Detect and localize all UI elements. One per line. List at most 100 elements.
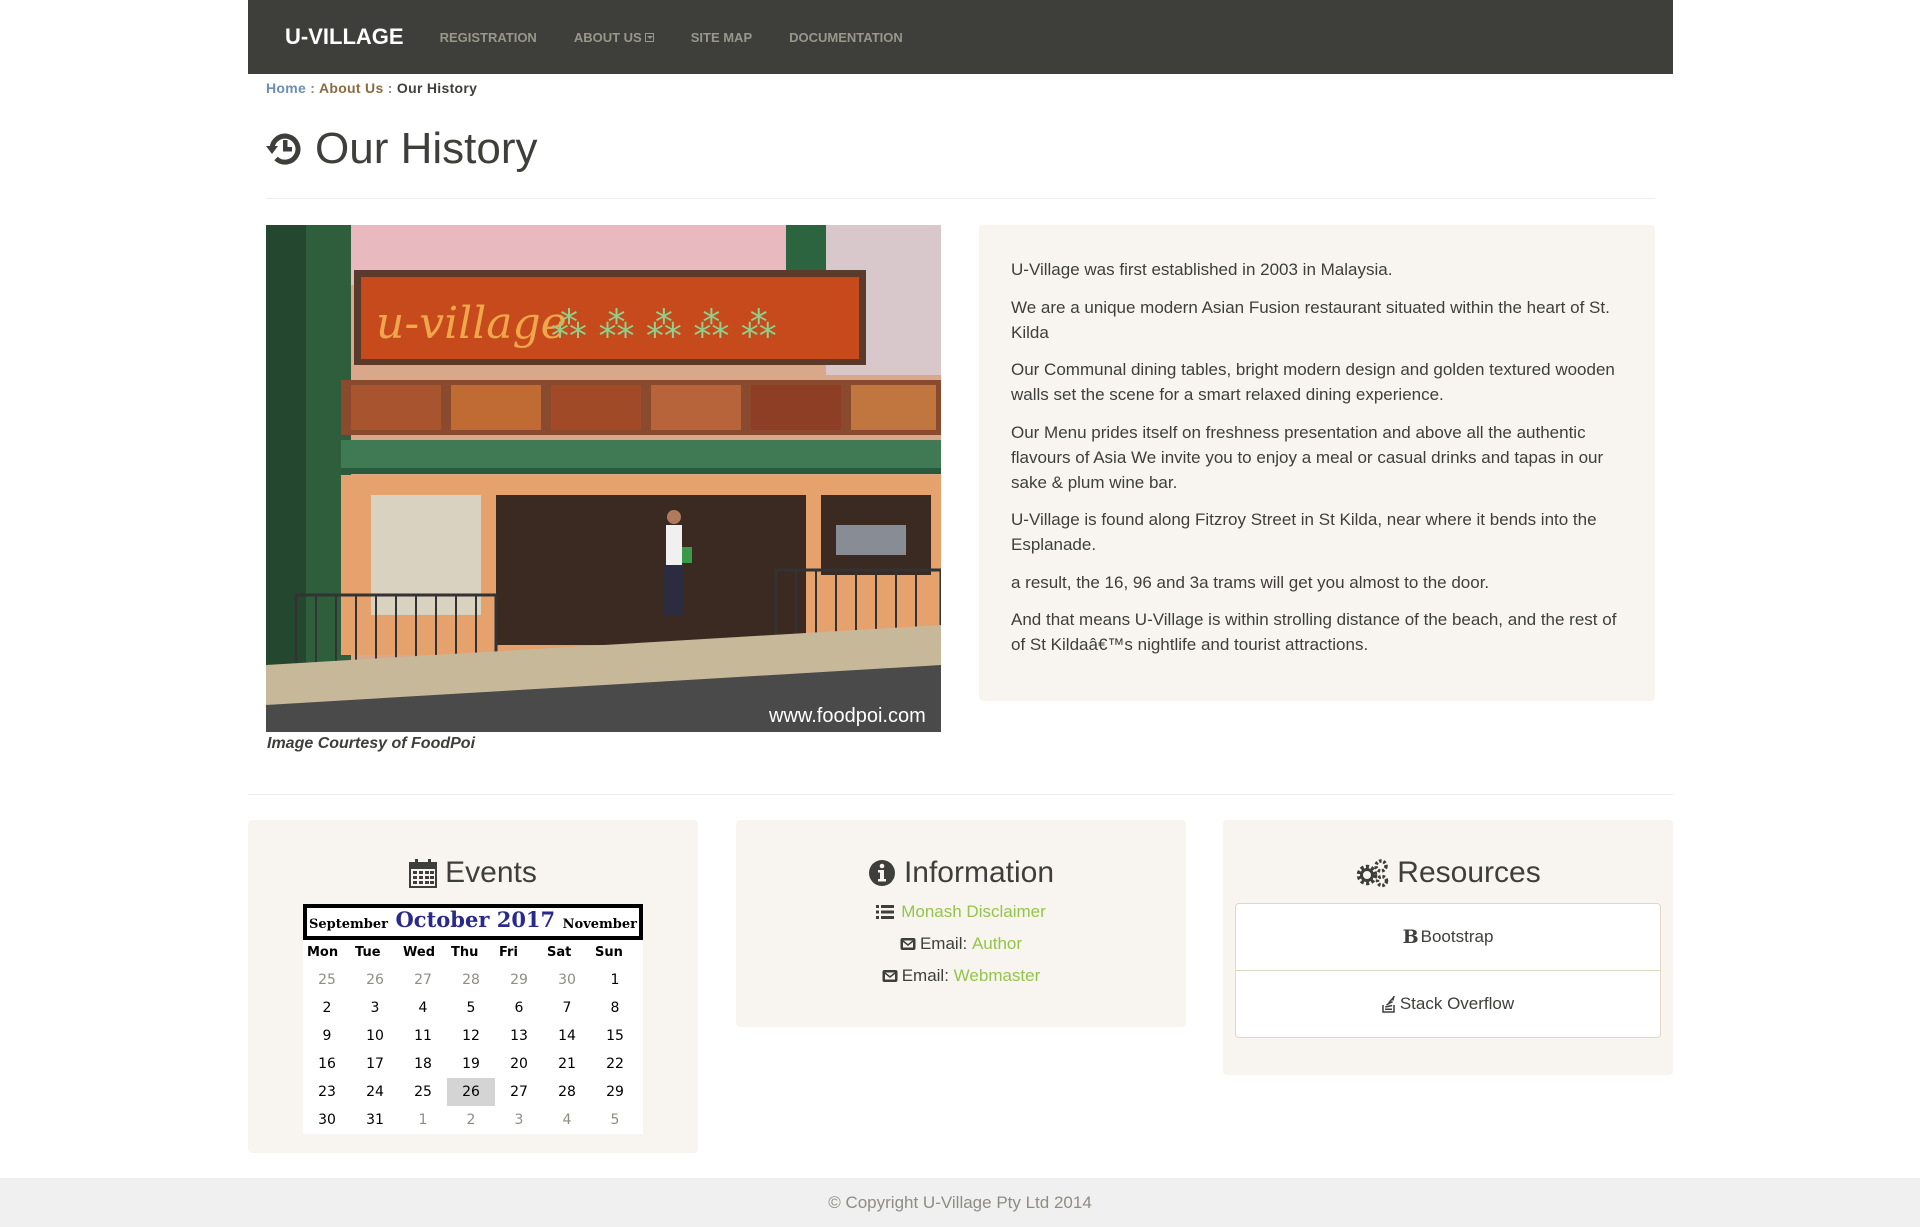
breadcrumb-separator: : [306,80,319,96]
calendar-day[interactable]: 28 [447,966,495,994]
divider [248,794,1673,795]
footer: © Copyright U-Village Pty Ltd 2014 [0,1178,1920,1227]
resource-stack-overflow[interactable]: Stack Overflow [1236,970,1660,1037]
calendar-day[interactable]: 22 [591,1050,639,1078]
breadcrumb-separator: : [383,80,397,96]
information-panel: Information Monash Disclaimer Email: Aut… [736,820,1186,1027]
resources-list: B Bootstrap Stack Overflow [1235,903,1661,1038]
calendar-day[interactable]: 27 [495,1078,543,1106]
bootstrap-icon: B [1402,926,1419,948]
resource-label: Stack Overflow [1399,994,1515,1013]
resource-bootstrap[interactable]: B Bootstrap [1236,904,1660,970]
calendar-day[interactable]: 6 [495,994,543,1022]
calendar-day[interactable]: 14 [543,1022,591,1050]
calendar-day[interactable]: 17 [351,1050,399,1078]
copyright-text: © Copyright U-Village Pty Ltd 2014 [828,1192,1092,1212]
calendar-day[interactable]: 13 [495,1022,543,1050]
calendar-day[interactable]: 29 [495,966,543,994]
calendar-day-of-week: Wed [403,945,435,960]
calendar-day[interactable]: 28 [543,1078,591,1106]
history-paragraph: We are a unique modern Asian Fusion rest… [1011,297,1610,342]
svg-text:⁂ ⁂ ⁂ ⁂ ⁂: ⁂ ⁂ ⁂ ⁂ ⁂ [551,305,777,346]
navbar: U-VILLAGE REGISTRATION ABOUT US SITE MAP… [248,0,1673,74]
calendar-day[interactable]: 1 [399,1106,447,1134]
calendar-day[interactable]: 25 [399,1078,447,1106]
calendar-prev-month[interactable]: September [309,917,388,932]
envelope-icon [882,970,898,982]
calendar-day[interactable]: 7 [543,994,591,1022]
calendar-day[interactable]: 16 [303,1050,351,1078]
calendar-day[interactable]: 3 [351,994,399,1022]
calendar-day[interactable]: 4 [399,994,447,1022]
calendar-day[interactable]: 12 [447,1022,495,1050]
calendar-day-of-week: Sun [595,945,623,960]
resource-label: Bootstrap [1420,927,1494,946]
calendar-day[interactable]: 18 [399,1050,447,1078]
calendar-day[interactable]: 2 [447,1106,495,1134]
divider [266,198,1655,199]
history-icon [266,133,301,165]
author-email-link[interactable]: Author [972,934,1022,954]
breadcrumb: Home : About Us : Our History [266,80,477,96]
calendar-day[interactable]: 26 [447,1078,495,1106]
calendar-day[interactable]: 4 [543,1106,591,1134]
gears-icon [1357,859,1389,888]
breadcrumb-current: Our History [396,80,478,96]
calendar-day[interactable]: 11 [399,1022,447,1050]
calendar-day-of-week: Tue [355,945,381,960]
page-title: Our History [315,124,538,173]
webmaster-email-row: Email: Webmaster [736,966,1186,986]
calendar-day[interactable]: 2 [303,994,351,1022]
calendar-icon [409,859,438,888]
calendar-day[interactable]: 30 [543,966,591,994]
nav-registration[interactable]: REGISTRATION [440,30,537,45]
calendar-day[interactable]: 31 [351,1106,399,1134]
resources-title: Resources [1397,856,1541,889]
envelope-icon [900,938,916,950]
calendar-day[interactable]: 29 [591,1078,639,1106]
calendar-day[interactable]: 23 [303,1078,351,1106]
information-heading: Information [736,856,1186,890]
calendar-day[interactable]: 5 [447,994,495,1022]
calendar-next-month[interactable]: November [563,917,637,932]
calendar-day[interactable]: 25 [303,966,351,994]
calendar: September October 2017 November Mon Tue We… [303,904,643,1134]
history-paragraph: a result, the 16, 96 and 3a trams will g… [1011,572,1490,592]
calendar-current-month: October 2017 [395,907,556,932]
calendar-day[interactable]: 10 [351,1022,399,1050]
breadcrumb-about[interactable]: About Us [319,80,384,96]
calendar-day[interactable]: 30 [303,1106,351,1134]
calendar-day[interactable]: 1 [591,966,639,994]
calendar-day[interactable]: 9 [303,1022,351,1050]
email-label: Email: [901,966,954,985]
calendar-day[interactable]: 26 [351,966,399,994]
monash-disclaimer-link[interactable]: Monash Disclaimer [901,902,1046,922]
history-paragraph: Our Menu prides itself on freshness pres… [1011,422,1604,492]
calendar-day[interactable]: 8 [591,994,639,1022]
webmaster-email-link[interactable]: Webmaster [954,966,1041,986]
nav-site-map[interactable]: SITE MAP [691,30,752,45]
list-icon [876,905,895,919]
nav-about-us[interactable]: ABOUT US [574,30,654,45]
events-panel: Events September October 2017 November M… [248,820,698,1153]
calendar-day[interactable]: 20 [495,1050,543,1078]
resources-heading: Resources [1223,856,1673,890]
information-title: Information [903,856,1055,889]
calendar-day[interactable]: 21 [543,1050,591,1078]
calendar-day[interactable]: 3 [495,1106,543,1134]
calendar-grid: Mon Tue Wed Thu Fri Sat Sun 25 26 27 28 29 30 1 2 3 4 5 6 7… [303,940,643,1134]
history-paragraph: U-Village was first established in 2003 … [1011,260,1393,279]
history-paragraph: And that means U-Village is within strol… [1011,610,1617,654]
disclaimer-row: Monash Disclaimer [736,902,1186,922]
calendar-day[interactable]: 27 [399,966,447,994]
sign-text: u-village [376,298,567,349]
calendar-day[interactable]: 24 [351,1078,399,1106]
calendar-day[interactable]: 19 [447,1050,495,1078]
brand-link[interactable]: U-VILLAGE [285,24,404,50]
dropdown-caret-icon [644,32,654,42]
breadcrumb-home[interactable]: Home [266,80,306,96]
calendar-day[interactable]: 5 [591,1106,639,1134]
nav-documentation[interactable]: DOCUMENTATION [789,30,903,45]
calendar-day-of-week: Fri [499,945,518,960]
calendar-day[interactable]: 15 [591,1022,639,1050]
